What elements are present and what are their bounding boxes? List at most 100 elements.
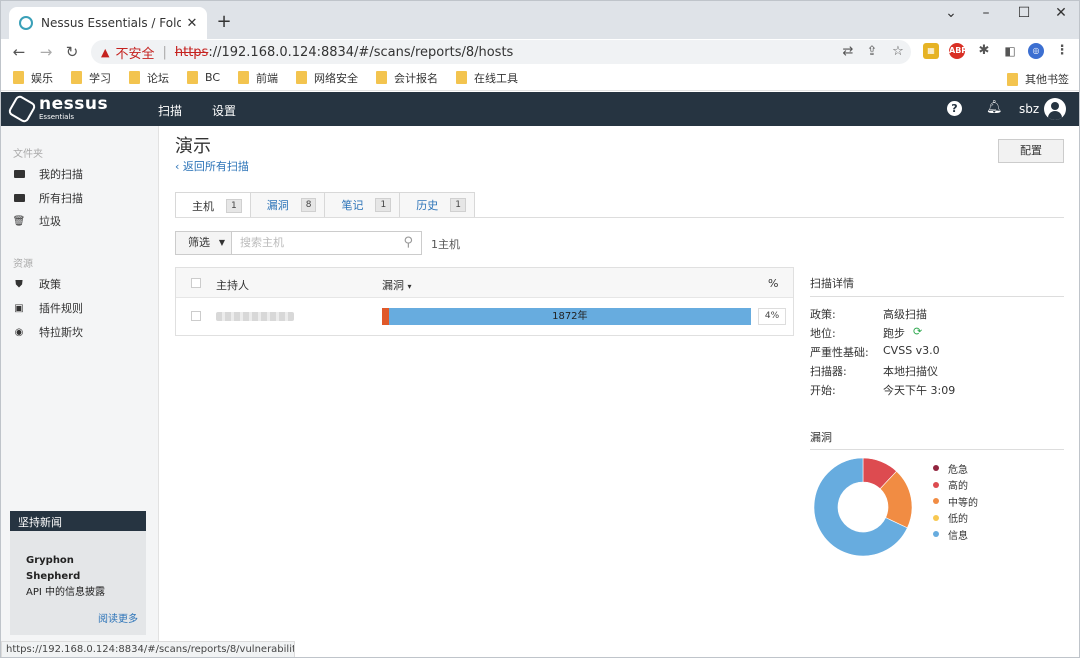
legend-dot <box>933 514 939 521</box>
table-header: 主持人 漏洞 ▾ % <box>176 268 793 298</box>
new-tab-button[interactable]: + <box>215 11 233 32</box>
terrascan-icon: ◉ <box>14 326 24 338</box>
bookmark-folder[interactable]: 前端 <box>238 70 278 86</box>
legend-dot <box>933 531 939 538</box>
legend-label: 危急 <box>948 464 968 476</box>
minimize-button[interactable]: – <box>970 5 1002 21</box>
sidebar-item-trash[interactable]: 🗑︎ 垃圾 <box>13 213 61 229</box>
bookmark-folder[interactable]: 娱乐 <box>13 70 53 86</box>
status-bar-url: https://192.168.0.124:8834/#/scans/repor… <box>1 641 295 657</box>
extension-icon[interactable]: ▦ <box>923 43 939 59</box>
profile-avatar-icon[interactable]: ◎ <box>1028 43 1044 59</box>
configure-button[interactable]: 配置 <box>998 139 1064 163</box>
close-tab-icon[interactable]: ✕ <box>185 16 199 31</box>
translate-icon[interactable]: ⇄ <box>839 44 857 59</box>
back-button[interactable]: ← <box>9 43 29 61</box>
omnibox[interactable]: ▲ 不安全 | https://192.168.0.124:8834/#/sca… <box>91 40 911 64</box>
side-panel-icon[interactable]: ◧ <box>1002 43 1018 59</box>
legend-item-critical[interactable]: 危急 <box>933 460 978 477</box>
bookmark-folder[interactable]: BC <box>187 71 220 84</box>
sidebar-item-my-scans[interactable]: 我的扫描 <box>13 166 83 182</box>
nav-settings[interactable]: 设置 <box>212 102 236 119</box>
back-link-label: 返回所有扫描 <box>182 160 249 173</box>
sidebar-item-label: 特拉斯坎 <box>39 326 83 339</box>
vulnerability-donut-chart[interactable] <box>813 457 913 557</box>
sidebar-item-policies[interactable]: ⛊ 政策 <box>13 276 61 292</box>
search-input[interactable]: 搜索主机 ⚲ <box>232 231 422 255</box>
detail-value: 今天下午 3:09 <box>883 384 956 397</box>
forward-button[interactable]: → <box>36 43 56 61</box>
tab-vulnerabilities[interactable]: 漏洞 8 <box>249 192 326 217</box>
bookmark-folder[interactable]: 学习 <box>71 70 111 86</box>
tab-count-badge: 1 <box>226 198 242 213</box>
bookmark-label: BC <box>205 71 221 84</box>
detail-value: 本地扫描仪 <box>883 365 938 378</box>
tab-count-badge: 8 <box>300 198 317 212</box>
sidebar-item-all-scans[interactable]: 所有扫描 <box>13 190 83 206</box>
extensions-puzzle-icon[interactable]: ✱ <box>976 43 992 59</box>
tab-title: Nessus Essentials / Folders / V <box>41 16 181 30</box>
table-row[interactable]: 1872年 4% <box>176 298 793 335</box>
resources-section-title: 资源 <box>13 259 33 270</box>
tab-search-chevron-icon[interactable]: ⌄ <box>935 5 967 21</box>
bookmark-folder[interactable]: 会计报名 <box>376 70 438 86</box>
reload-button[interactable]: ↻ <box>62 43 82 61</box>
folders-section-title: 文件夹 <box>13 149 43 160</box>
tab-history[interactable]: 历史 1 <box>399 192 475 217</box>
detail-row-start: 开始: 今天下午 3:09 <box>810 382 955 398</box>
sidebar-item-terrascan[interactable]: ◉ 特拉斯坎 <box>13 324 83 340</box>
bookmark-label: 网络安全 <box>314 71 359 85</box>
column-header-host[interactable]: 主持人 <box>216 277 249 293</box>
bookmark-folder[interactable]: 在线工具 <box>456 70 518 86</box>
security-label[interactable]: 不安全 <box>115 43 154 62</box>
bookmark-label: 娱乐 <box>31 71 53 85</box>
tab-count-badge: 1 <box>375 198 392 212</box>
tab-divider <box>175 217 1064 218</box>
folder-icon <box>13 192 25 204</box>
browser-tab[interactable]: Nessus Essentials / Folders / V ✕ <box>9 7 207 39</box>
row-checkbox[interactable] <box>191 311 201 321</box>
share-icon[interactable]: ⇪ <box>863 44 881 59</box>
bookmark-folder[interactable]: 网络安全 <box>296 70 358 86</box>
notification-bell-icon[interactable]: 🔔︎ <box>986 100 1003 115</box>
hexagon-logo-icon <box>6 93 38 124</box>
tab-hosts[interactable]: 主机 1 <box>175 192 251 218</box>
help-icon[interactable]: ? <box>947 101 962 116</box>
user-avatar-icon[interactable] <box>1044 98 1066 120</box>
folder-icon <box>129 71 140 84</box>
username[interactable]: sbz <box>1019 102 1039 116</box>
column-header-vulnerabilities[interactable]: 漏洞 ▾ <box>382 277 412 293</box>
folder-icon <box>1007 72 1018 86</box>
running-refresh-icon[interactable]: ⟳ <box>913 325 922 341</box>
nessus-logo[interactable]: nessus Essentials <box>6 93 108 124</box>
other-bookmarks[interactable]: 其他书签 <box>1007 71 1069 87</box>
nav-scans[interactable]: 扫描 <box>158 102 182 119</box>
bookmark-star-icon[interactable]: ☆ <box>889 44 907 59</box>
maximize-button[interactable]: ☐ <box>1008 5 1040 21</box>
detail-key: 地位: <box>810 327 836 340</box>
vulnerability-bar[interactable]: 1872年 <box>382 308 751 325</box>
folder-icon <box>13 71 24 84</box>
select-all-checkbox[interactable] <box>191 278 201 288</box>
adblock-icon[interactable]: ABP <box>949 43 967 59</box>
vuln-divider <box>810 449 1064 450</box>
address-separator: | <box>162 44 167 60</box>
legend-item-low[interactable]: 低的 <box>933 510 978 527</box>
close-window-button[interactable]: ✕ <box>1045 5 1077 21</box>
column-header-percent[interactable]: % <box>768 277 778 290</box>
menu-kebab-icon[interactable]: ⋮ <box>1054 43 1070 59</box>
legend-item-info[interactable]: 信息 <box>933 526 978 543</box>
bookmark-label: 会计报名 <box>394 71 439 85</box>
tab-label: 历史 <box>416 199 439 212</box>
back-to-scans-link[interactable]: ‹ 返回所有扫描 <box>175 158 249 174</box>
read-more-link[interactable]: 阅读更多 <box>98 610 138 625</box>
filter-dropdown[interactable]: 筛选 ▼ <box>175 231 232 255</box>
url-scheme: https <box>174 44 209 60</box>
bookmark-label: 在线工具 <box>474 71 519 85</box>
sidebar-item-plugin-rules[interactable]: ▣ 插件规则 <box>13 300 83 316</box>
legend-item-medium[interactable]: 中等的 <box>933 493 978 510</box>
legend-dot <box>933 465 939 472</box>
legend-item-high[interactable]: 高的 <box>933 477 978 494</box>
bookmark-folder[interactable]: 论坛 <box>129 70 169 86</box>
tab-notes[interactable]: 笔记 1 <box>324 192 401 217</box>
